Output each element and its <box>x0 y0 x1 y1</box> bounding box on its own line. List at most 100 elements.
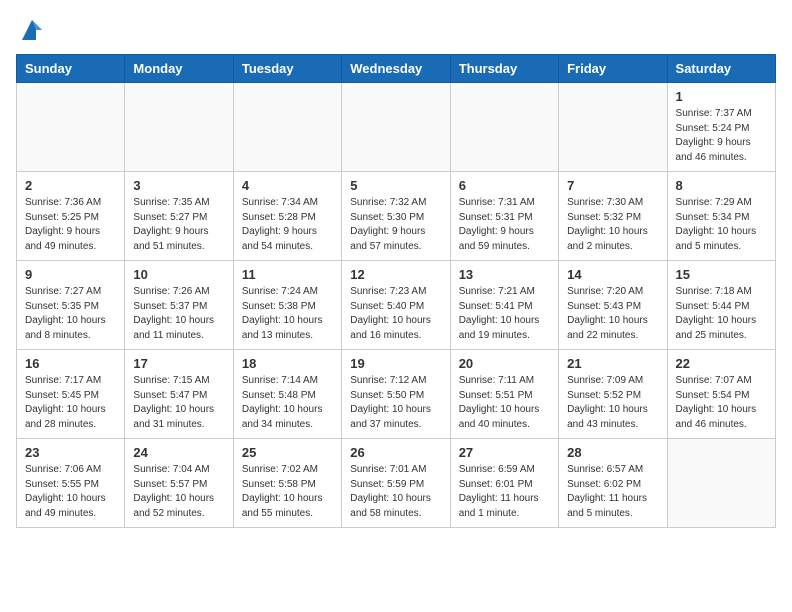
calendar-day: 13 Sunrise: 7:21 AM Sunset: 5:41 PM Dayli… <box>450 261 558 350</box>
calendar-day: 22Sunrise: 7:07 AM Sunset: 5:54 PM Dayli… <box>667 350 775 439</box>
logo-text <box>16 16 46 44</box>
calendar-day: 17 Sunrise: 7:15 AM Sunset: 5:47 PM Dayli… <box>125 350 233 439</box>
calendar-day: 19 Sunrise: 7:12 AM Sunset: 5:50 PM Dayli… <box>342 350 450 439</box>
calendar-day: 2 Sunrise: 7:36 AM Sunset: 5:25 PM Daylig… <box>17 172 125 261</box>
day-number: 27 <box>459 445 550 460</box>
calendar-day <box>559 83 667 172</box>
day-info: Sunrise: 7:31 AM Sunset: 5:31 PM Dayligh… <box>459 196 550 254</box>
calendar-day: 27 Sunrise: 6:59 AM Sunset: 6:01 PM Dayli… <box>450 439 558 528</box>
calendar-week-3: 9 Sunrise: 7:27 AM Sunset: 5:35 PM Daylig… <box>17 261 776 350</box>
calendar-day: 20 Sunrise: 7:11 AM Sunset: 5:51 PM Dayli… <box>450 350 558 439</box>
day-info: Sunrise: 7:18 AM Sunset: 5:44 PM Dayligh… <box>676 285 767 343</box>
day-number: 24 <box>133 445 224 460</box>
day-info: Sunrise: 7:11 AM Sunset: 5:51 PM Dayligh… <box>459 374 550 432</box>
day-info: Sunrise: 7:21 AM Sunset: 5:41 PM Dayligh… <box>459 285 550 343</box>
weekday-header-wednesday: Wednesday <box>342 55 450 83</box>
calendar-day: 18 Sunrise: 7:14 AM Sunset: 5:48 PM Dayli… <box>233 350 341 439</box>
calendar-day <box>125 83 233 172</box>
day-number: 8 <box>676 178 767 193</box>
day-info: Sunrise: 7:17 AM Sunset: 5:45 PM Dayligh… <box>25 374 116 432</box>
day-info: Sunrise: 7:27 AM Sunset: 5:35 PM Dayligh… <box>25 285 116 343</box>
calendar-day: 3 Sunrise: 7:35 AM Sunset: 5:27 PM Daylig… <box>125 172 233 261</box>
logo-icon <box>18 16 46 44</box>
day-info: Sunrise: 7:36 AM Sunset: 5:25 PM Dayligh… <box>25 196 116 254</box>
day-info: Sunrise: 7:35 AM Sunset: 5:27 PM Dayligh… <box>133 196 224 254</box>
calendar-week-2: 2 Sunrise: 7:36 AM Sunset: 5:25 PM Daylig… <box>17 172 776 261</box>
day-info: Sunrise: 7:24 AM Sunset: 5:38 PM Dayligh… <box>242 285 333 343</box>
day-number: 14 <box>567 267 658 282</box>
weekday-header-saturday: Saturday <box>667 55 775 83</box>
day-info: Sunrise: 7:04 AM Sunset: 5:57 PM Dayligh… <box>133 463 224 521</box>
day-info: Sunrise: 7:26 AM Sunset: 5:37 PM Dayligh… <box>133 285 224 343</box>
day-number: 6 <box>459 178 550 193</box>
weekday-header-monday: Monday <box>125 55 233 83</box>
day-number: 9 <box>25 267 116 282</box>
calendar-week-1: 1 Sunrise: 7:37 AM Sunset: 5:24 PM Daylig… <box>17 83 776 172</box>
day-info: Sunrise: 7:34 AM Sunset: 5:28 PM Dayligh… <box>242 196 333 254</box>
day-info: Sunrise: 6:57 AM Sunset: 6:02 PM Dayligh… <box>567 463 658 521</box>
calendar-day: 23Sunrise: 7:06 AM Sunset: 5:55 PM Dayli… <box>17 439 125 528</box>
calendar-day: 1 Sunrise: 7:37 AM Sunset: 5:24 PM Daylig… <box>667 83 775 172</box>
weekday-header-friday: Friday <box>559 55 667 83</box>
day-number: 1 <box>676 89 767 104</box>
day-number: 7 <box>567 178 658 193</box>
day-info: Sunrise: 7:02 AM Sunset: 5:58 PM Dayligh… <box>242 463 333 521</box>
calendar-day <box>342 83 450 172</box>
day-number: 26 <box>350 445 441 460</box>
day-number: 20 <box>459 356 550 371</box>
calendar-day: 24 Sunrise: 7:04 AM Sunset: 5:57 PM Dayli… <box>125 439 233 528</box>
day-number: 3 <box>133 178 224 193</box>
calendar-day: 28 Sunrise: 6:57 AM Sunset: 6:02 PM Dayli… <box>559 439 667 528</box>
day-info: Sunrise: 7:32 AM Sunset: 5:30 PM Dayligh… <box>350 196 441 254</box>
calendar-day: 26 Sunrise: 7:01 AM Sunset: 5:59 PM Dayli… <box>342 439 450 528</box>
weekday-header-tuesday: Tuesday <box>233 55 341 83</box>
day-info: Sunrise: 7:01 AM Sunset: 5:59 PM Dayligh… <box>350 463 441 521</box>
calendar-day: 12Sunrise: 7:23 AM Sunset: 5:40 PM Dayli… <box>342 261 450 350</box>
day-number: 5 <box>350 178 441 193</box>
calendar-day <box>450 83 558 172</box>
day-info: Sunrise: 7:15 AM Sunset: 5:47 PM Dayligh… <box>133 374 224 432</box>
calendar-day: 4Sunrise: 7:34 AM Sunset: 5:28 PM Daylig… <box>233 172 341 261</box>
day-number: 15 <box>676 267 767 282</box>
calendar-day: 16 Sunrise: 7:17 AM Sunset: 5:45 PM Dayli… <box>17 350 125 439</box>
calendar-day <box>667 439 775 528</box>
calendar-day: 9 Sunrise: 7:27 AM Sunset: 5:35 PM Daylig… <box>17 261 125 350</box>
day-info: Sunrise: 7:12 AM Sunset: 5:50 PM Dayligh… <box>350 374 441 432</box>
day-number: 10 <box>133 267 224 282</box>
day-number: 13 <box>459 267 550 282</box>
calendar-day <box>17 83 125 172</box>
day-number: 11 <box>242 267 333 282</box>
calendar-day: 6 Sunrise: 7:31 AM Sunset: 5:31 PM Daylig… <box>450 172 558 261</box>
calendar-day: 11 Sunrise: 7:24 AM Sunset: 5:38 PM Dayli… <box>233 261 341 350</box>
day-number: 22 <box>676 356 767 371</box>
day-number: 18 <box>242 356 333 371</box>
calendar-day: 15 Sunrise: 7:18 AM Sunset: 5:44 PM Dayli… <box>667 261 775 350</box>
day-info: Sunrise: 7:09 AM Sunset: 5:52 PM Dayligh… <box>567 374 658 432</box>
day-info: Sunrise: 7:14 AM Sunset: 5:48 PM Dayligh… <box>242 374 333 432</box>
day-info: Sunrise: 6:59 AM Sunset: 6:01 PM Dayligh… <box>459 463 550 521</box>
day-number: 17 <box>133 356 224 371</box>
day-number: 19 <box>350 356 441 371</box>
day-info: Sunrise: 7:30 AM Sunset: 5:32 PM Dayligh… <box>567 196 658 254</box>
calendar-day: 8 Sunrise: 7:29 AM Sunset: 5:34 PM Daylig… <box>667 172 775 261</box>
day-info: Sunrise: 7:20 AM Sunset: 5:43 PM Dayligh… <box>567 285 658 343</box>
day-number: 28 <box>567 445 658 460</box>
day-number: 2 <box>25 178 116 193</box>
calendar-day: 14 Sunrise: 7:20 AM Sunset: 5:43 PM Dayli… <box>559 261 667 350</box>
calendar-table: SundayMondayTuesdayWednesdayThursdayFrid… <box>16 54 776 528</box>
day-info: Sunrise: 7:37 AM Sunset: 5:24 PM Dayligh… <box>676 107 767 165</box>
day-info: Sunrise: 7:06 AM Sunset: 5:55 PM Dayligh… <box>25 463 116 521</box>
calendar-day: 7 Sunrise: 7:30 AM Sunset: 5:32 PM Daylig… <box>559 172 667 261</box>
day-number: 16 <box>25 356 116 371</box>
day-info: Sunrise: 7:23 AM Sunset: 5:40 PM Dayligh… <box>350 285 441 343</box>
page-header <box>16 16 776 44</box>
day-number: 21 <box>567 356 658 371</box>
calendar-day <box>233 83 341 172</box>
calendar-week-4: 16 Sunrise: 7:17 AM Sunset: 5:45 PM Dayli… <box>17 350 776 439</box>
day-number: 25 <box>242 445 333 460</box>
weekday-header-sunday: Sunday <box>17 55 125 83</box>
day-info: Sunrise: 7:29 AM Sunset: 5:34 PM Dayligh… <box>676 196 767 254</box>
calendar-week-5: 23Sunrise: 7:06 AM Sunset: 5:55 PM Dayli… <box>17 439 776 528</box>
calendar-day: 25 Sunrise: 7:02 AM Sunset: 5:58 PM Dayli… <box>233 439 341 528</box>
calendar-day: 21 Sunrise: 7:09 AM Sunset: 5:52 PM Dayli… <box>559 350 667 439</box>
